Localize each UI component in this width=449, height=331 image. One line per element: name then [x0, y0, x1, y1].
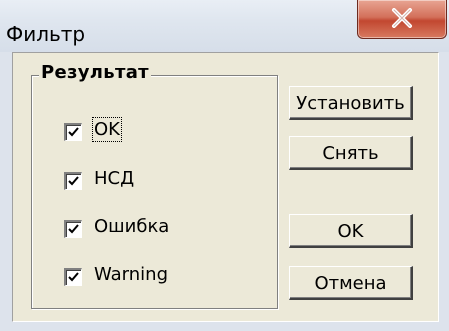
- checkbox-box[interactable]: [64, 268, 82, 286]
- checkbox-label: OK: [92, 117, 122, 142]
- set-all-button[interactable]: Установить: [289, 86, 413, 120]
- cancel-button[interactable]: Отмена: [289, 266, 413, 300]
- checkbox-label: Ошибка: [94, 216, 170, 237]
- checkmark-icon: [68, 176, 79, 186]
- window-title: Фильтр: [6, 22, 86, 46]
- checkbox-box[interactable]: [64, 220, 82, 238]
- close-button[interactable]: [357, 0, 447, 39]
- group-title: Результат: [39, 62, 151, 83]
- filter-dialog: Фильтр Результат OK НСД Ошибка Warning У…: [0, 0, 449, 331]
- checkbox-box[interactable]: [64, 172, 82, 190]
- clear-all-button[interactable]: Снять: [289, 136, 413, 170]
- checkbox-label: НСД: [94, 168, 135, 189]
- result-groupbox: Результат OK НСД Ошибка Warning: [31, 62, 278, 309]
- dialog-body: Результат OK НСД Ошибка Warning Установи…: [12, 52, 439, 322]
- checkmark-icon: [68, 272, 79, 282]
- checkbox-box[interactable]: [64, 123, 82, 141]
- title-bar[interactable]: Фильтр: [0, 0, 449, 52]
- ok-button[interactable]: OK: [289, 214, 413, 248]
- checkmark-icon: [68, 224, 79, 234]
- close-x-icon: [392, 8, 412, 28]
- checkbox-label: Warning: [94, 264, 169, 285]
- checkmark-icon: [68, 127, 79, 137]
